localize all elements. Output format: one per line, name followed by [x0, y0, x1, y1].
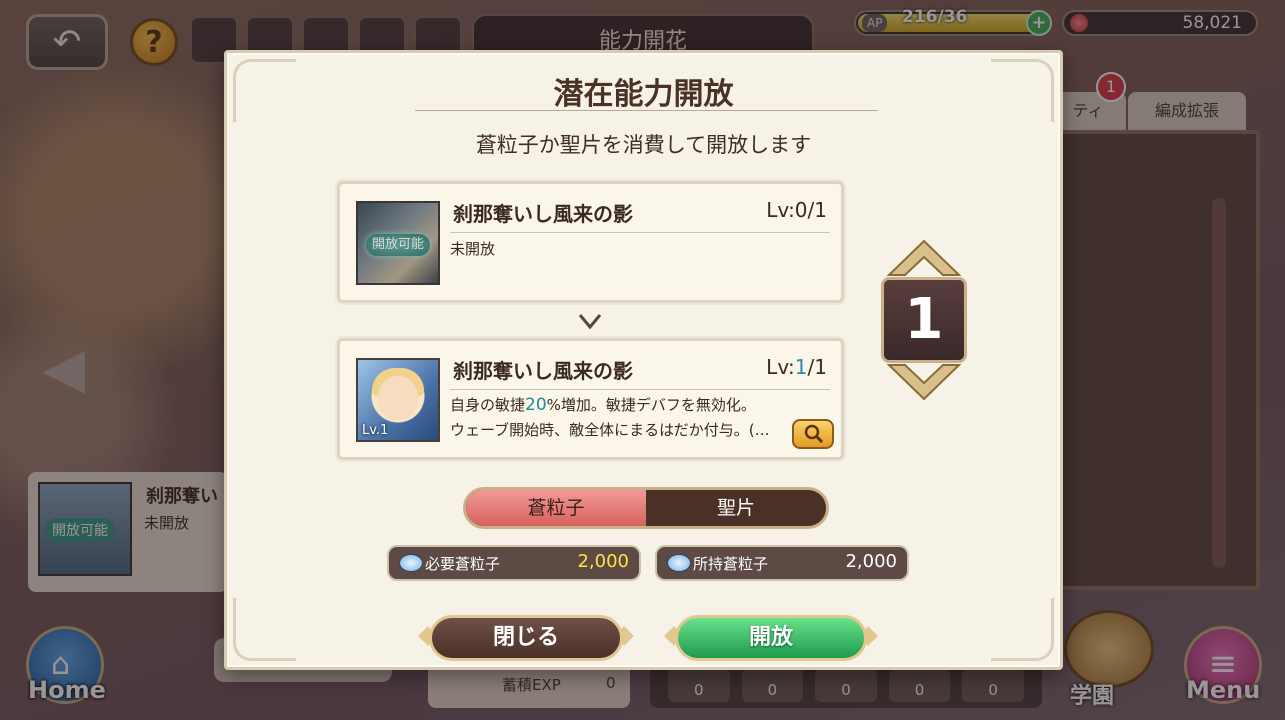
down-arrow-icon — [578, 314, 602, 330]
decrement-arrow-icon[interactable] — [887, 361, 961, 401]
magnifier-icon — [804, 424, 824, 444]
character-face — [378, 376, 418, 420]
skill-level: Lv:0/1 — [766, 198, 827, 222]
desc-text: 自身の敏捷 — [450, 396, 526, 414]
skill-card-next: Lv.1 刹那奪いし風来の影 Lv:1/1 自身の敏捷20%増加。敏捷デバフを無… — [337, 338, 844, 460]
potential-unlock-dialog: 潜在能力開放 蒼粒子か聖片を消費して開放します 開放可能 刹那奪いし風来の影 L… — [224, 50, 1063, 670]
dialog-subtitle: 蒼粒子か聖片を消費して開放します — [475, 133, 812, 157]
level-prefix: Lv: — [766, 355, 795, 379]
required-label: 必要蒼粒子 — [425, 555, 501, 573]
divider — [450, 389, 830, 390]
skill-level: Lv:1/1 — [766, 355, 827, 379]
level-counter: 1 — [881, 239, 967, 401]
desc-text: %増加。敏捷デバフを無効化。 — [546, 396, 756, 414]
ornament — [991, 598, 1054, 661]
close-button[interactable]: 閉じる — [429, 615, 623, 661]
unlock-badge: 開放可能 — [366, 234, 430, 256]
particle-icon — [399, 554, 423, 572]
skill-state: 未開放 — [450, 240, 496, 258]
required-cost: 必要蒼粒子 2,000 — [387, 545, 641, 581]
level-suffix: /1 — [807, 355, 827, 379]
desc-highlight: 20 — [525, 395, 547, 415]
divider — [450, 232, 830, 233]
level-current: 1 — [794, 355, 808, 379]
required-value: 2,000 — [577, 551, 629, 572]
particle-icon — [667, 554, 691, 572]
skill-name: 刹那奪いし風来の影 — [453, 202, 633, 226]
desc-line: ウェーブ開始時、敵全体にまるはだか付与。(… — [450, 421, 770, 439]
unlock-button[interactable]: 開放 — [675, 615, 867, 661]
skill-description: 自身の敏捷20%増加。敏捷デバフを無効化。 ウェーブ開始時、敵全体にまるはだか付… — [450, 393, 770, 443]
toggle-option-particle[interactable]: 蒼粒子 — [466, 490, 646, 526]
counter-value: 1 — [881, 277, 967, 363]
character-portrait: Lv.1 — [356, 358, 440, 442]
skill-icon: 開放可能 — [356, 201, 440, 285]
dialog-title: 潜在能力開放 — [553, 77, 734, 112]
divider — [415, 110, 878, 111]
skill-name: 刹那奪いし風来の影 — [453, 359, 633, 383]
currency-toggle: 蒼粒子 聖片 — [463, 487, 829, 529]
toggle-option-shard[interactable]: 聖片 — [646, 490, 826, 526]
detail-button[interactable] — [792, 419, 834, 449]
skill-card-current: 開放可能 刹那奪いし風来の影 Lv:0/1 未開放 — [337, 181, 844, 303]
owned-amount: 所持蒼粒子 2,000 — [655, 545, 909, 581]
desc-line: 自身の敏捷20%増加。敏捷デバフを無効化。 — [450, 393, 770, 418]
ornament — [233, 598, 296, 661]
level-tag: Lv.1 — [362, 423, 389, 438]
owned-value: 2,000 — [845, 551, 897, 572]
increment-arrow-icon[interactable] — [887, 239, 961, 279]
owned-label: 所持蒼粒子 — [693, 555, 769, 573]
